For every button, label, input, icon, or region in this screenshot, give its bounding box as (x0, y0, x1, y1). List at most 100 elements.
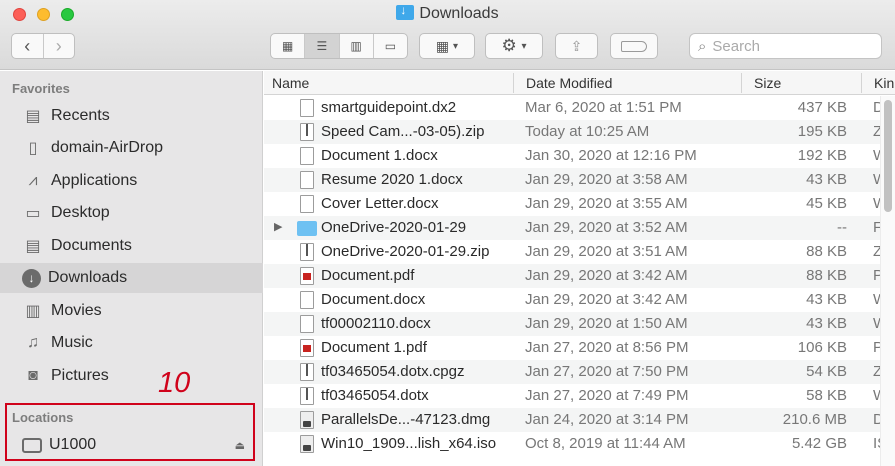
column-header: Name Date Modified Size Kin (264, 71, 895, 95)
file-size: 43 KB (806, 171, 847, 188)
sidebar-item-airdrop[interactable]: ▯ domain-AirDrop (0, 133, 263, 163)
file-row[interactable]: Cover Letter.docx Jan 29, 2020 at 3:55 AM… (264, 192, 895, 216)
column-name[interactable]: Name (272, 75, 309, 91)
pdf-file-icon (300, 267, 314, 285)
file-date: Mar 6, 2020 at 1:51 PM (525, 99, 682, 116)
file-date: Jan 29, 2020 at 3:58 AM (525, 171, 688, 188)
archive-file-icon (300, 363, 314, 381)
document-icon: ▯ (28, 140, 38, 157)
column-size[interactable]: Size (754, 75, 781, 91)
sidebar: Favorites ▤ Recents ▯ domain-AirDrop ⩘ Appl… (0, 71, 263, 466)
sidebar-item-movies[interactable]: ▥ Movies (0, 296, 263, 326)
file-name: ParallelsDe...-47123.dmg (321, 411, 491, 428)
desktop-icon: ▭ (25, 205, 41, 222)
sidebar-item-label: Movies (51, 302, 102, 319)
file-size: 437 KB (797, 99, 847, 116)
chevron-left-icon[interactable]: ‹ (12, 34, 43, 58)
gallery-view-button[interactable]: ▭ (372, 34, 407, 58)
column-divider[interactable] (513, 73, 514, 93)
chevron-right-icon[interactable]: › (42, 34, 75, 58)
share-icon: ⇪ (570, 37, 583, 54)
file-row[interactable]: Speed Cam...-03-05).zip Today at 10:25 AM… (264, 120, 895, 144)
column-kind[interactable]: Kin (874, 75, 894, 91)
sidebar-item-label: Music (51, 334, 93, 351)
downloads-icon: ↓ (22, 268, 41, 288)
column-date-modified[interactable]: Date Modified (526, 75, 612, 91)
file-name: smartguidepoint.dx2 (321, 99, 457, 116)
file-name: Cover Letter.docx (321, 195, 439, 212)
group-by-button[interactable]: ▦ ▾ (419, 33, 475, 59)
icon-view-button[interactable]: ▦ (271, 34, 304, 58)
file-row[interactable]: Resume 2020 1.docx Jan 29, 2020 at 3:58 A… (264, 168, 895, 192)
annotation-number: 10 (158, 367, 191, 399)
archive-file-icon (300, 387, 314, 405)
chevron-down-icon: ▾ (521, 40, 527, 52)
file-row[interactable]: Win10_1909...lish_x64.iso Oct 8, 2019 at … (264, 432, 895, 456)
search-field[interactable]: ⌕ Search (689, 33, 882, 59)
chevron-down-icon: ▾ (453, 40, 459, 52)
scrollbar-thumb[interactable] (884, 100, 892, 212)
file-name: Document 1.pdf (321, 339, 427, 356)
file-row[interactable]: smartguidepoint.dx2 Mar 6, 2020 at 1:51 P… (264, 96, 895, 120)
annotation-highlight-box (5, 403, 255, 461)
document-icon (300, 171, 314, 189)
file-size: 45 KB (806, 195, 847, 212)
disk-image-icon (300, 411, 314, 429)
tags-button[interactable] (610, 33, 658, 59)
sidebar-item-downloads[interactable]: ↓ Downloads (0, 263, 263, 293)
file-size: 5.42 GB (791, 435, 847, 452)
sidebar-item-documents[interactable]: ▤ Documents (0, 231, 263, 261)
sidebar-item-desktop[interactable]: ▭ Desktop (0, 198, 263, 228)
file-name: tf03465054.dotx.cpgz (321, 363, 465, 380)
file-size: 106 KB (797, 339, 847, 356)
sidebar-item-recents[interactable]: ▤ Recents (0, 101, 263, 131)
view-mode-group: ▦ ☰ ▥ ▭ (270, 33, 408, 59)
file-row[interactable]: ParallelsDe...-47123.dmg Jan 24, 2020 at … (264, 408, 895, 432)
file-row[interactable]: ▶ OneDrive-2020-01-29 Jan 29, 2020 at 3:52… (264, 216, 895, 240)
sidebar-item-pictures[interactable]: ◙ Pictures (0, 361, 263, 391)
vertical-scrollbar[interactable] (880, 96, 895, 466)
back-forward-group: ‹ › (11, 33, 75, 59)
file-name: Document.pdf (321, 267, 415, 284)
file-size: 58 KB (806, 387, 847, 404)
column-view-button[interactable]: ▥ (338, 34, 373, 58)
sidebar-item-applications[interactable]: ⩘ Applications (0, 166, 263, 196)
window-title: Downloads (0, 3, 895, 23)
file-size: 88 KB (806, 267, 847, 284)
file-name: Resume 2020 1.docx (321, 171, 463, 188)
file-row[interactable]: Document 1.docx Jan 30, 2020 at 12:16 PM 1… (264, 144, 895, 168)
list-view-button[interactable]: ☰ (304, 34, 339, 58)
column-divider[interactable] (861, 73, 862, 93)
file-size: 43 KB (806, 315, 847, 332)
search-placeholder: Search (712, 37, 760, 55)
column-divider[interactable] (741, 73, 742, 93)
file-name: OneDrive-2020-01-29 (321, 219, 467, 236)
disk-image-icon (300, 435, 314, 453)
file-date: Jan 24, 2020 at 3:14 PM (525, 411, 689, 428)
downloads-folder-icon (396, 3, 415, 20)
disclosure-triangle-icon[interactable]: ▶ (274, 220, 282, 233)
sidebar-item-label: Desktop (51, 204, 110, 221)
file-date: Jan 29, 2020 at 3:52 AM (525, 219, 688, 236)
file-row[interactable]: Document 1.pdf Jan 27, 2020 at 8:56 PM 106… (264, 336, 895, 360)
applications-icon: ⩘ (28, 172, 38, 189)
file-date: Jan 30, 2020 at 12:16 PM (525, 147, 697, 164)
file-row[interactable]: tf03465054.dotx.cpgz Jan 27, 2020 at 7:50… (264, 360, 895, 384)
search-icon: ⌕ (698, 37, 707, 55)
finder-window: Downloads ‹› ▦ ☰ ▥ ▭ ▦ ▾ ⚙ ▾ ⇪ ⌕ Search … (0, 0, 895, 466)
file-row[interactable]: tf03465054.dotx Jan 27, 2020 at 7:49 PM 58… (264, 384, 895, 408)
share-button[interactable]: ⇪ (555, 33, 598, 59)
documents-icon: ▤ (25, 238, 41, 255)
document-icon (300, 291, 314, 309)
action-menu-button[interactable]: ⚙ ▾ (485, 33, 543, 59)
file-name: Document 1.docx (321, 147, 438, 164)
file-row[interactable]: tf00002110.docx Jan 29, 2020 at 1:50 AM 43… (264, 312, 895, 336)
sidebar-item-music[interactable]: ♫ Music (0, 328, 263, 358)
film-icon: ▥ (25, 303, 41, 320)
file-row[interactable]: Document.docx Jan 29, 2020 at 3:42 AM 43 K… (264, 288, 895, 312)
file-date: Oct 8, 2019 at 11:44 AM (525, 435, 686, 452)
file-name: OneDrive-2020-01-29.zip (321, 243, 490, 260)
file-date: Jan 29, 2020 at 3:51 AM (525, 243, 688, 260)
file-row[interactable]: OneDrive-2020-01-29.zip Jan 29, 2020 at 3… (264, 240, 895, 264)
file-row[interactable]: Document.pdf Jan 29, 2020 at 3:42 AM 88 KB… (264, 264, 895, 288)
